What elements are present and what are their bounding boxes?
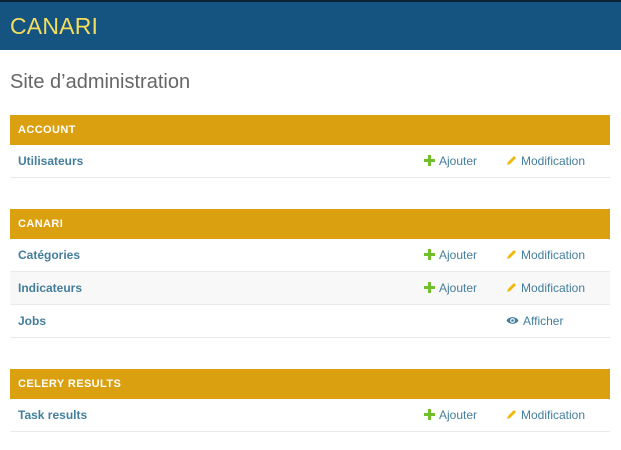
app-module-account: ACCOUNT Utilisateurs Ajouter Modificatio… — [10, 115, 610, 178]
eye-icon — [506, 317, 519, 325]
model-link-jobs[interactable]: Jobs — [18, 305, 46, 338]
model-row-indicateurs: Indicateurs Ajouter Modification — [10, 272, 610, 305]
add-label: Ajouter — [439, 408, 478, 422]
pencil-icon — [507, 156, 516, 166]
model-row-jobs: Jobs Afficher — [10, 305, 610, 338]
add-categories-link[interactable]: Ajouter — [424, 239, 477, 272]
model-row-categories: Catégories Ajouter Modification — [10, 239, 610, 272]
plus-icon — [424, 282, 435, 294]
change-label: Modification — [521, 408, 586, 422]
add-task-results-link[interactable]: Ajouter — [424, 399, 477, 432]
model-link-indicateurs[interactable]: Indicateurs — [18, 272, 82, 305]
model-row-utilisateurs: Utilisateurs Ajouter Modification — [10, 145, 610, 178]
module-caption[interactable]: CELERY RESULTS — [10, 369, 610, 399]
plus-icon — [424, 409, 435, 421]
add-indicateurs-link[interactable]: Ajouter — [424, 272, 477, 305]
module-caption[interactable]: CANARI — [10, 209, 610, 239]
plus-icon — [424, 249, 435, 261]
change-label: Modification — [521, 154, 586, 168]
add-label: Ajouter — [439, 248, 478, 262]
pencil-icon — [507, 250, 516, 260]
app-module-celery-results: CELERY RESULTS Task results Ajouter Modi… — [10, 369, 610, 432]
change-label: Modification — [521, 248, 586, 262]
app-module-canari: CANARI Catégories Ajouter Modification I… — [10, 209, 610, 338]
change-label: Modification — [521, 281, 586, 295]
model-row-task-results: Task results Ajouter Modification — [10, 399, 610, 432]
module-caption[interactable]: ACCOUNT — [10, 115, 610, 145]
add-label: Ajouter — [439, 281, 478, 295]
change-utilisateurs-link[interactable]: Modification — [506, 145, 585, 178]
site-header: CANARI — [0, 0, 621, 50]
pencil-icon — [507, 283, 516, 293]
plus-icon — [424, 155, 435, 167]
site-brand-link[interactable]: CANARI — [10, 13, 98, 40]
change-categories-link[interactable]: Modification — [506, 239, 585, 272]
change-task-results-link[interactable]: Modification — [506, 399, 585, 432]
change-indicateurs-link[interactable]: Modification — [506, 272, 585, 305]
model-link-utilisateurs[interactable]: Utilisateurs — [18, 145, 83, 178]
add-utilisateurs-link[interactable]: Ajouter — [424, 145, 477, 178]
view-jobs-link[interactable]: Afficher — [506, 305, 563, 338]
pencil-icon — [507, 410, 516, 420]
add-label: Ajouter — [439, 154, 478, 168]
model-link-categories[interactable]: Catégories — [18, 239, 80, 272]
page-title: Site d’administration — [10, 71, 191, 93]
model-link-task-results[interactable]: Task results — [18, 399, 87, 432]
view-label: Afficher — [523, 314, 564, 328]
